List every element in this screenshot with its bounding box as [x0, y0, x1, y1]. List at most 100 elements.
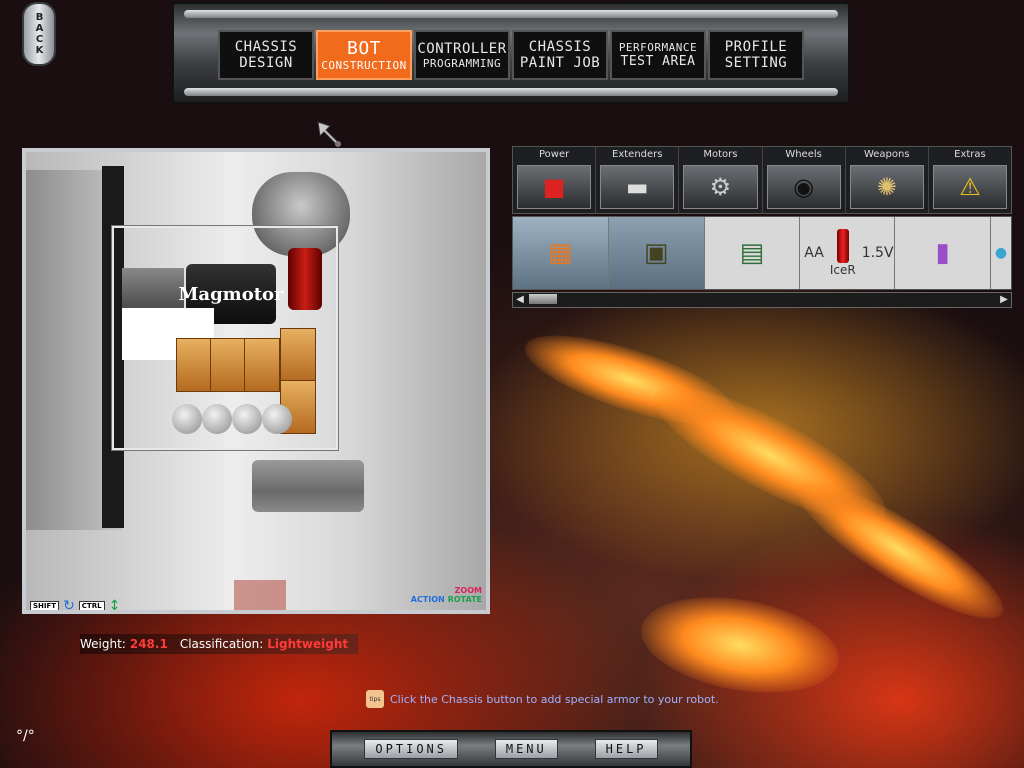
battery-pack[interactable] — [280, 328, 316, 382]
category-extenders[interactable]: Extenders ▬ — [596, 147, 680, 213]
wheel-icon[interactable]: ◉ — [766, 165, 841, 209]
ctrl-key: CTRL — [78, 601, 105, 610]
battery-pack[interactable] — [244, 338, 280, 392]
aa-battery-icon — [836, 229, 849, 263]
classification-label: Classification: — [179, 637, 264, 651]
tab-chassis-design[interactable]: CHASSIS DESIGN — [218, 30, 314, 80]
nav-tabs: CHASSIS DESIGN BOT CONSTRUCTION CONTROLL… — [218, 30, 804, 80]
circuit-card-icon: ▤ — [739, 238, 765, 268]
parts-list: ▦ ▣ ▤ AA IceR 1.5V ▮ ● — [512, 216, 1012, 290]
parts-panel: Power ■ Extenders ▬ Motors ⚙ Wheels ◉ We… — [512, 146, 1012, 308]
battery-pack[interactable] — [210, 338, 246, 392]
tab-label-line2: TEST AREA — [620, 54, 696, 69]
tip-text: Click the Chassis button to add special … — [390, 692, 719, 706]
battery-pack-icon: ▮ — [935, 238, 950, 268]
category-row: Power ■ Extenders ▬ Motors ⚙ Wheels ◉ We… — [512, 146, 1012, 214]
rotate-arrow-icon: ↻ — [63, 598, 75, 614]
options-button[interactable]: OPTIONS — [364, 739, 458, 759]
category-label: Power — [538, 149, 570, 160]
corner-decoration-icon: °/° — [16, 728, 35, 744]
list-item-controller-board[interactable]: ▦ — [513, 217, 609, 289]
category-label: Weapons — [863, 149, 910, 160]
vertical-arrow-icon: ↕ — [108, 598, 121, 614]
tab-bot-construction[interactable]: BOT CONSTRUCTION — [316, 30, 412, 80]
control-hints-right: ZOOM ACTION ROTATE — [411, 586, 482, 604]
part-thumbnail — [234, 580, 286, 610]
circuit-board-icon: ▦ — [548, 238, 573, 268]
motor-icon[interactable]: ⚙ — [683, 165, 758, 209]
battery-brand: IceR — [829, 263, 856, 277]
category-power[interactable]: Power ■ — [513, 147, 597, 213]
action-hint: ACTION — [410, 595, 445, 604]
tab-label-line1: CHASSIS — [234, 39, 298, 55]
mouse-cursor-icon — [317, 121, 341, 147]
category-label: Extras — [954, 149, 986, 160]
tab-label-line2: PROGRAMMING — [422, 56, 502, 70]
tab-label-line1: PROFILE — [724, 39, 788, 55]
list-item-circuit-card[interactable]: ▤ — [705, 217, 801, 289]
list-item-speed-controller[interactable]: ▣ — [608, 217, 705, 289]
list-item-aa-battery[interactable]: AA IceR 1.5V — [800, 217, 896, 289]
caster-ball — [232, 404, 262, 434]
saw-icon[interactable]: ✺ — [849, 165, 924, 209]
red-cylinder-part[interactable] — [288, 248, 322, 310]
tips-icon: tips — [366, 690, 384, 708]
bar-icon[interactable]: ▬ — [600, 165, 675, 209]
caster-ball — [202, 404, 232, 434]
wheel-bottom[interactable] — [252, 460, 364, 512]
help-button[interactable]: HELP — [594, 739, 658, 759]
rotate-hint: ROTATE — [447, 595, 482, 604]
robot-stats: Weight: 248.1 Classification: Lightweigh… — [80, 634, 358, 654]
classification-value: Lightweight — [267, 637, 349, 651]
nav-rail — [184, 88, 838, 96]
tab-label-line2: SETTING — [724, 55, 788, 71]
category-weapons[interactable]: Weapons ✺ — [846, 147, 929, 213]
category-label: Extenders — [612, 149, 663, 160]
tab-label-line2: CONSTRUCTION — [321, 59, 407, 72]
weight-value: 248.1 — [129, 637, 168, 651]
list-item-battery-pack[interactable]: ▮ — [895, 217, 992, 289]
control-hints-left: SHIFT ↻ CTRL ↕ — [30, 598, 121, 614]
caster-ball — [172, 404, 202, 434]
menu-button[interactable]: MENU — [494, 739, 558, 759]
zoom-hint: ZOOM — [454, 586, 482, 595]
parts-scrollbar[interactable]: ◀ ▶ — [512, 292, 1012, 308]
lava-glow — [782, 460, 1018, 640]
back-button[interactable]: BACK — [22, 2, 56, 66]
chip-icon: ▣ — [643, 238, 669, 268]
scroll-thumb[interactable] — [529, 294, 557, 304]
top-nav: CHASSIS DESIGN BOT CONSTRUCTION CONTROLL… — [172, 2, 850, 104]
nav-rail — [184, 10, 838, 18]
tab-label-line1: PERFORMANCE — [618, 41, 698, 54]
category-label: Wheels — [785, 149, 822, 160]
tab-label-line1: CHASSIS — [528, 39, 592, 55]
lava-glow — [633, 583, 847, 707]
tab-performance-test-area[interactable]: PERFORMANCE TEST AREA — [610, 30, 706, 80]
hazard-icon[interactable]: ⚠ — [932, 165, 1008, 209]
battery-box-icon[interactable]: ■ — [517, 165, 592, 209]
scroll-right-icon[interactable]: ▶ — [997, 293, 1011, 307]
tab-label-line1: BOT — [346, 38, 381, 59]
category-motors[interactable]: Motors ⚙ — [679, 147, 763, 213]
category-extras[interactable]: Extras ⚠ — [929, 147, 1011, 213]
tab-label-line2: PAINT JOB — [519, 55, 601, 71]
shift-key: SHIFT — [30, 601, 60, 610]
tab-profile-setting[interactable]: PROFILE SETTING — [708, 30, 804, 80]
weight-label: Weight: — [80, 637, 126, 651]
caster-ball — [262, 404, 292, 434]
robot-viewport[interactable]: Magmotor SHIFT ↻ CTRL ↕ ZOOM ACTION ROTA… — [22, 148, 490, 614]
tab-label-line2: DESIGN — [239, 55, 293, 71]
aa-label: AA — [804, 245, 824, 261]
category-label: Motors — [703, 149, 738, 160]
battery-pack[interactable] — [176, 338, 212, 392]
bottom-bar: OPTIONS MENU HELP — [330, 730, 692, 768]
tip-message: tips Click the Chassis button to add spe… — [366, 690, 719, 708]
partial-item-icon: ● — [994, 245, 1008, 261]
voltage-label: 1.5V — [861, 245, 894, 261]
list-item-partial[interactable]: ● — [991, 217, 1011, 289]
scroll-left-icon[interactable]: ◀ — [513, 293, 527, 307]
tab-label-line1: CONTROLLER — [417, 40, 507, 57]
tab-controller-programming[interactable]: CONTROLLER PROGRAMMING — [414, 30, 510, 80]
category-wheels[interactable]: Wheels ◉ — [763, 147, 846, 213]
tab-chassis-paint-job[interactable]: CHASSIS PAINT JOB — [512, 30, 608, 80]
